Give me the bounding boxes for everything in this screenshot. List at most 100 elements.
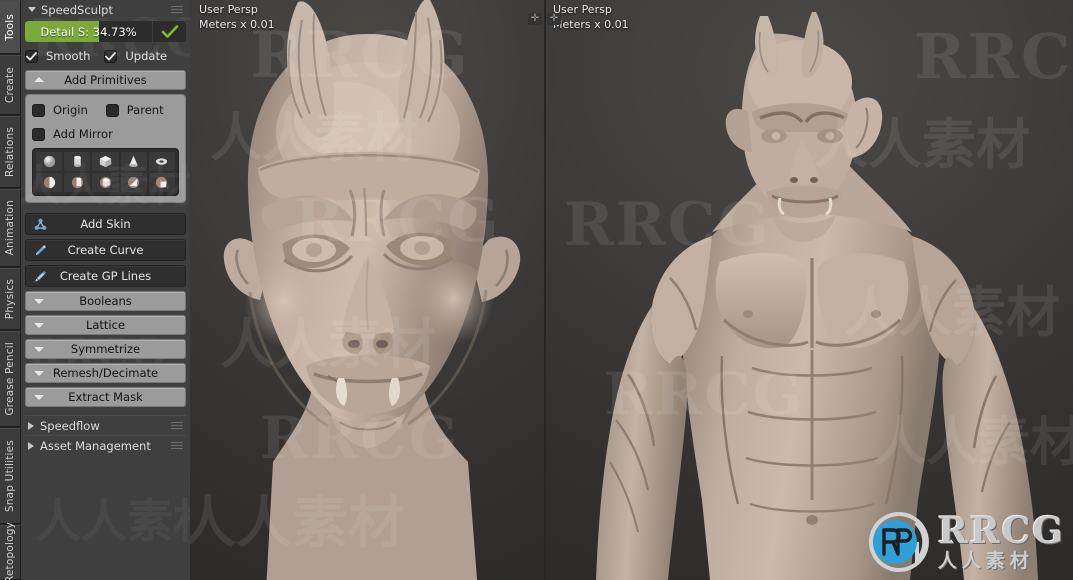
tab-label: Grease Pencil xyxy=(3,342,16,416)
primitive-cone-button[interactable] xyxy=(120,152,147,171)
tab-tools[interactable]: Tools xyxy=(0,0,21,54)
primitive-cylinder-button[interactable] xyxy=(64,152,91,171)
checkbox-label-origin: Origin xyxy=(53,103,88,117)
drag-handle-right-icon[interactable]: ✛ xyxy=(547,13,561,25)
primitive-half-cylinder-button[interactable] xyxy=(64,173,91,192)
primitive-half-sphere-button[interactable] xyxy=(36,173,63,192)
checkbox-update[interactable] xyxy=(104,49,118,63)
chevron-down-icon xyxy=(28,7,36,12)
cone-icon xyxy=(129,155,138,167)
checkbox-parent[interactable] xyxy=(105,103,119,117)
primitive-half-cone-button[interactable] xyxy=(120,173,147,192)
primitive-half-torus-button[interactable] xyxy=(148,173,175,192)
tab-label: Animation xyxy=(3,200,16,256)
tab-relations[interactable]: Relations xyxy=(0,116,21,188)
add-primitives-label: Add Primitives xyxy=(64,73,147,87)
viewport-left[interactable]: RRCG 人人素材 RRCG 人人素材 RRCG 人人素材 User Persp… xyxy=(190,0,544,580)
panel-title: SpeedSculpt xyxy=(41,2,113,17)
pen-icon xyxy=(32,242,48,258)
chevron-down-icon xyxy=(34,323,44,328)
tab-label: Retopology xyxy=(3,521,16,580)
asset-management-label: Asset Management xyxy=(40,438,151,453)
half-cone-icon xyxy=(128,176,140,189)
create-gp-lines-label: Create GP Lines xyxy=(59,269,152,283)
chevron-down-icon xyxy=(34,395,44,400)
primitive-sphere-button[interactable] xyxy=(36,152,63,171)
primitive-torus-button[interactable] xyxy=(148,152,175,171)
view-mode-label: User Persp xyxy=(199,3,258,16)
lattice-label: Lattice xyxy=(85,318,126,332)
speedsculpt-sidebar: RRCG 人人素材 RRCG 人人素材 SpeedSculpt Detail S… xyxy=(21,0,190,580)
panel-grip-icon xyxy=(171,422,183,430)
primitive-option-row: Add Mirror xyxy=(32,124,179,144)
app-window: Tools Create Relations Animation Physics… xyxy=(0,0,1073,580)
extract-mask-label: Extract Mask xyxy=(68,390,143,404)
orc-head-model xyxy=(223,0,521,580)
extract-mask-dropdown[interactable]: Extract Mask xyxy=(25,387,186,407)
panel-header-speedsculpt[interactable]: SpeedSculpt xyxy=(25,0,186,19)
tab-animation[interactable]: Animation xyxy=(0,189,21,267)
category-tabstrip: Tools Create Relations Animation Physics… xyxy=(0,0,21,580)
speedflow-label: Speedflow xyxy=(40,418,100,433)
remesh-decimate-dropdown[interactable]: Remesh/Decimate xyxy=(25,363,186,383)
tab-physics[interactable]: Physics xyxy=(0,268,21,330)
tab-label: Physics xyxy=(3,278,16,320)
create-gp-lines-button[interactable]: Create GP Lines xyxy=(25,265,186,287)
booleans-label: Booleans xyxy=(79,294,132,308)
half-torus-icon xyxy=(156,176,168,189)
tab-label: Snap Utilities xyxy=(3,439,16,513)
remesh-decimate-label: Remesh/Decimate xyxy=(52,366,159,380)
tab-create[interactable]: Create xyxy=(0,55,21,115)
logo-wordmark: RRCG xyxy=(937,510,1065,552)
detail-slider[interactable]: Detail S: 34.73% xyxy=(25,21,186,42)
chevron-down-icon xyxy=(34,371,44,376)
checkbox-smooth[interactable] xyxy=(25,49,38,63)
booleans-dropdown[interactable]: Booleans xyxy=(25,291,186,311)
checkbox-label-update: Update xyxy=(125,49,168,63)
detail-confirm-button[interactable] xyxy=(152,21,186,42)
create-curve-button[interactable]: Create Curve xyxy=(25,239,186,261)
sphere-icon xyxy=(43,155,55,168)
checkbox-add-mirror[interactable] xyxy=(32,127,45,141)
watermark-cn: 人人素材 xyxy=(35,494,190,548)
viewport-divider[interactable] xyxy=(544,0,546,580)
tab-snap-utilities[interactable]: Snap Utilities xyxy=(0,428,21,524)
add-skin-button[interactable]: Add Skin xyxy=(25,213,186,235)
view-mode-label: User Persp xyxy=(553,3,612,16)
panel-header-speedflow[interactable]: Speedflow xyxy=(25,415,186,435)
add-primitives-toggle[interactable]: Add Primitives xyxy=(25,70,186,90)
tab-grease-pencil[interactable]: Grease Pencil xyxy=(0,331,21,427)
half-sphere-icon xyxy=(43,176,55,189)
rrcg-logo-icon xyxy=(868,512,929,572)
tab-label: Tools xyxy=(3,13,16,41)
orc-body-model xyxy=(596,12,1038,580)
unit-scale-label: Meters x 0.01 xyxy=(553,18,629,31)
checkbox-label-add-mirror: Add Mirror xyxy=(53,127,113,141)
chevron-right-icon xyxy=(28,421,34,430)
tab-retopology[interactable]: Retopology xyxy=(0,521,21,580)
detail-slider-label: Detail S: 34.73% xyxy=(40,24,137,39)
symmetrize-label: Symmetrize xyxy=(70,342,141,356)
primitive-half-cube-button[interactable] xyxy=(92,173,119,192)
viewport-right[interactable]: RRCG 人人素材 RRCG 人人素材 RRCG 人人素材 User Persp… xyxy=(544,0,1073,580)
primitive-option-row: Origin Parent xyxy=(32,100,179,120)
cylinder-icon xyxy=(74,155,81,168)
viewport-left-header: User Persp Meters x 0.01 xyxy=(199,2,275,32)
add-primitives-panel: Origin Parent Add Mirror xyxy=(25,94,186,203)
primitive-cube-button[interactable] xyxy=(92,152,119,171)
add-skin-label: Add Skin xyxy=(80,217,131,231)
logo-cn-text: 人人素材 xyxy=(937,550,1034,572)
viewport-resize-handles[interactable]: ✛ ✛ xyxy=(528,13,561,25)
symmetrize-dropdown[interactable]: Symmetrize xyxy=(25,339,186,359)
rrcg-logo: RRCG 人人素材 xyxy=(867,510,1065,574)
checkbox-origin[interactable] xyxy=(32,103,45,117)
panel-header-asset-management[interactable]: Asset Management xyxy=(25,435,186,455)
viewport-right-header: User Persp Meters x 0.01 xyxy=(553,2,629,32)
lattice-dropdown[interactable]: Lattice xyxy=(25,315,186,335)
checkbox-label-smooth: Smooth xyxy=(46,49,91,63)
check-icon xyxy=(161,24,178,38)
drag-handle-left-icon[interactable]: ✛ xyxy=(528,13,542,25)
chevron-down-icon xyxy=(34,347,44,352)
detail-slider-track[interactable]: Detail S: 34.73% xyxy=(25,21,152,42)
unit-scale-label: Meters x 0.01 xyxy=(199,18,275,31)
